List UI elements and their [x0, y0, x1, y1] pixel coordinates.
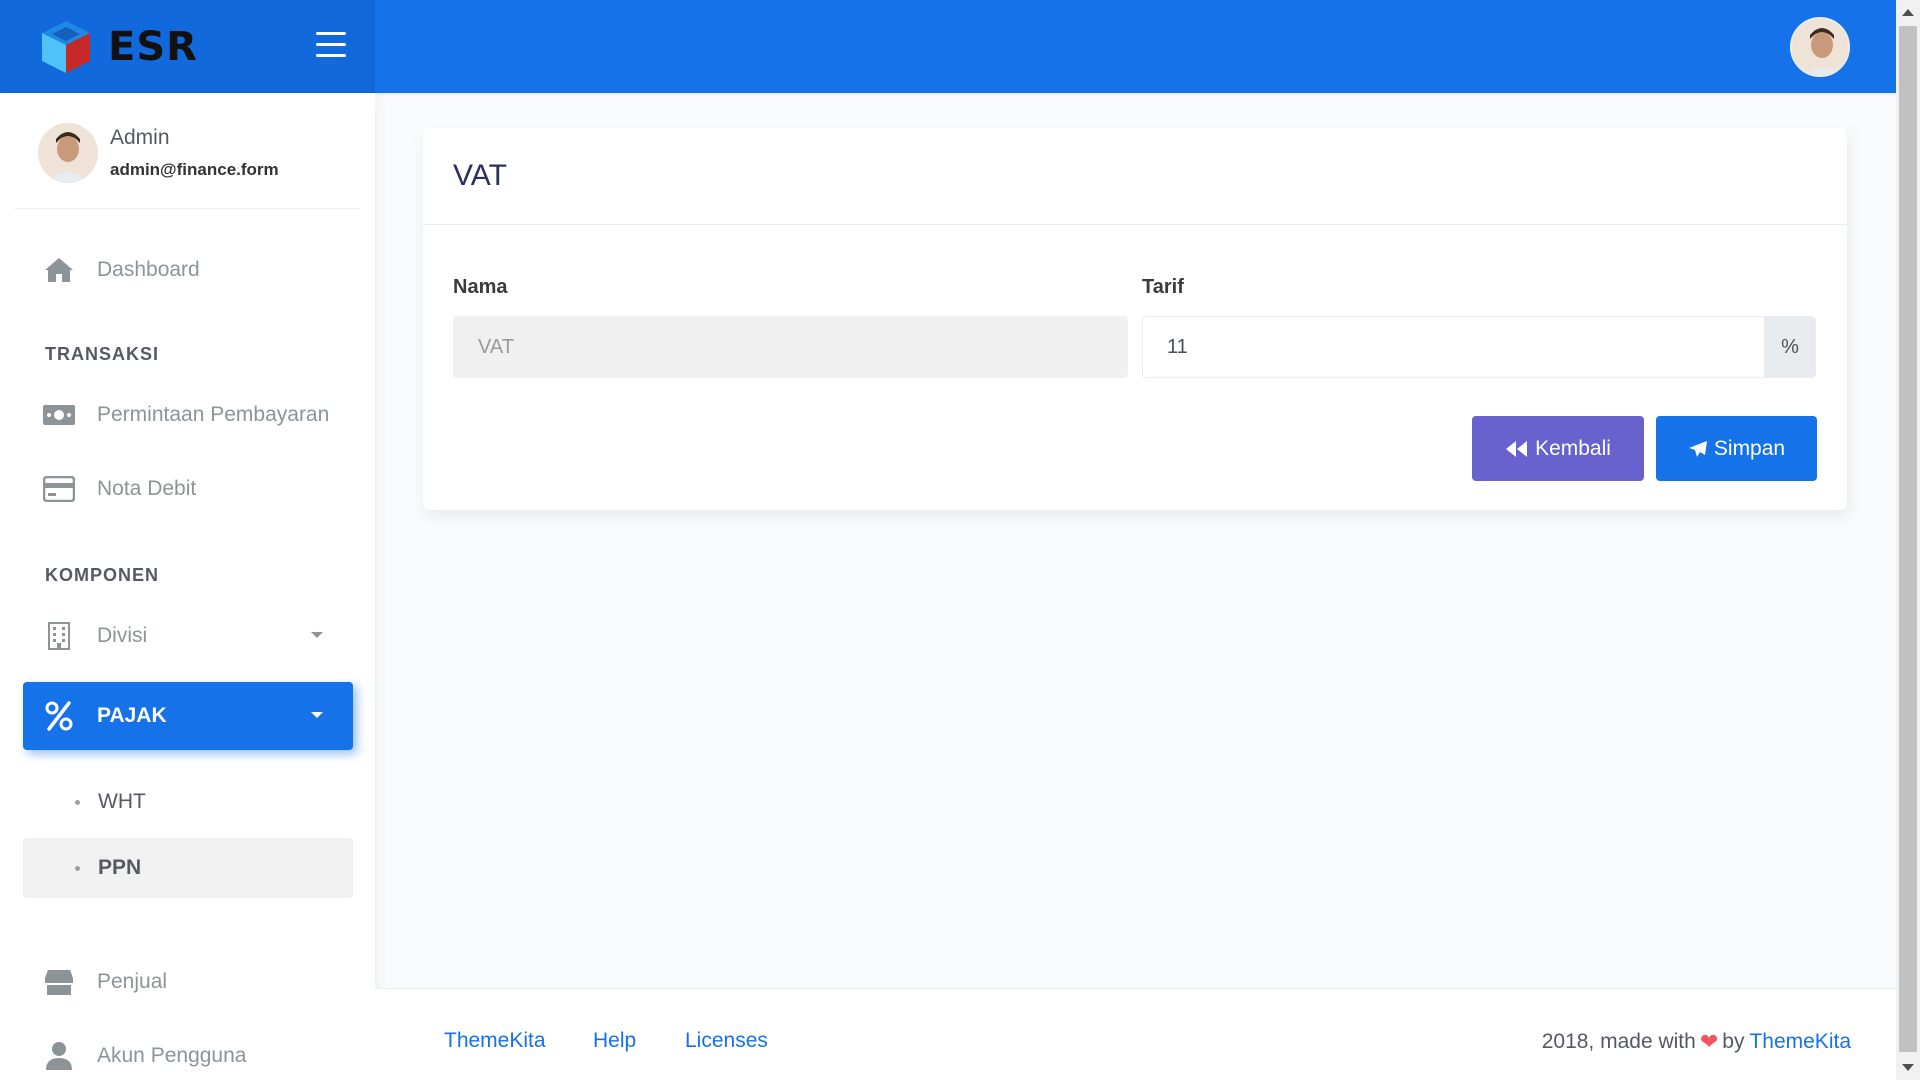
store-icon: [41, 964, 77, 1000]
logo-cube-icon: [42, 20, 90, 73]
user-avatar[interactable]: [38, 123, 98, 183]
sidebar-subitem-label: WHT: [98, 790, 146, 813]
logo-header: ESR: [0, 0, 375, 93]
sidebar-item-dashboard[interactable]: Dashboard: [23, 236, 353, 304]
back-button[interactable]: Kembali: [1472, 416, 1644, 481]
nama-input[interactable]: VAT: [453, 316, 1128, 378]
chevron-down-icon: [311, 712, 323, 718]
sidebar-subitem-ppn[interactable]: PPN: [23, 838, 353, 898]
tarif-unit-addon: %: [1764, 316, 1816, 378]
section-komponen: KOMPONEN: [45, 565, 160, 585]
sidebar-item-label: Nota Debit: [97, 477, 197, 500]
scroll-thumb[interactable]: [1899, 26, 1917, 1052]
sidebar-item-label: Permintaan Pembayaran: [97, 403, 330, 426]
sidebar-item-label: Akun Pengguna: [97, 1044, 247, 1067]
card-title: VAT: [453, 159, 507, 192]
heart-icon: ❤: [1699, 1029, 1719, 1054]
scroll-down-arrow-icon[interactable]: [1902, 1064, 1914, 1071]
scroll-up-arrow-icon[interactable]: [1902, 9, 1914, 16]
avatar-face-icon: [1792, 19, 1848, 75]
bullet-dot: [75, 865, 80, 871]
top-navbar: [375, 0, 1896, 93]
user-panel: Admin admin@finance.form: [38, 123, 279, 183]
avatar-face-icon: [38, 123, 98, 183]
sidebar: Admin admin@finance.form Dashboard TRANS…: [0, 93, 375, 1080]
copyright-by: by: [1722, 1030, 1745, 1053]
backward-icon: [1505, 440, 1529, 458]
card-header: VAT: [423, 128, 1847, 225]
copyright: 2018, made with ❤ by ThemeKita: [1542, 1029, 1851, 1055]
sidebar-item-nota-debit[interactable]: Nota Debit: [23, 455, 353, 523]
page-scrollbar[interactable]: [1896, 0, 1920, 1080]
copyright-prefix: 2018, made with: [1541, 1030, 1696, 1053]
user-name: Admin: [110, 126, 170, 149]
section-transaksi: TRANSAKSI: [45, 344, 160, 364]
copyright-brand-link[interactable]: ThemeKita: [1749, 1030, 1851, 1054]
user-info[interactable]: Admin admin@finance.form: [110, 126, 279, 180]
sidebar-subitem-wht[interactable]: WHT: [23, 772, 353, 832]
vat-form-card: VAT Nama VAT Tarif 11 % Kembali Simpan: [423, 128, 1847, 510]
back-button-label: Kembali: [1535, 436, 1611, 460]
paper-plane-icon: [1688, 440, 1708, 458]
sidebar-toggle-hamburger-icon[interactable]: [316, 32, 346, 58]
sidebar-subitem-label: PPN: [98, 856, 142, 879]
user-icon: [41, 1038, 77, 1074]
building-icon: [41, 618, 77, 654]
money-icon: [41, 397, 77, 433]
tarif-input[interactable]: 11: [1142, 316, 1765, 378]
save-button[interactable]: Simpan: [1656, 416, 1817, 481]
user-email: admin@finance.form: [110, 160, 279, 179]
home-icon: [41, 252, 77, 288]
footer-link-licenses[interactable]: Licenses: [685, 1029, 768, 1053]
brand-name[interactable]: ESR: [108, 24, 198, 70]
footer-link-themekita[interactable]: ThemeKita: [444, 1029, 546, 1053]
sidebar-item-pajak[interactable]: PAJAK: [23, 682, 353, 750]
bullet-dot: [75, 799, 80, 805]
footer: ThemeKita Help Licenses 2018, made with …: [375, 988, 1896, 1080]
percent-icon: [41, 698, 77, 734]
sidebar-item-akun-pengguna[interactable]: Akun Pengguna: [23, 1022, 353, 1080]
sidebar-item-divisi[interactable]: Divisi: [23, 602, 353, 670]
save-button-label: Simpan: [1713, 436, 1786, 460]
divider: [15, 208, 360, 209]
nama-label: Nama: [453, 276, 508, 298]
sidebar-item-label: PAJAK: [97, 704, 167, 727]
sidebar-item-permintaan-pembayaran[interactable]: Permintaan Pembayaran: [23, 381, 353, 449]
footer-link-help[interactable]: Help: [593, 1029, 636, 1053]
credit-card-icon: [41, 471, 77, 507]
sidebar-item-penjual[interactable]: Penjual: [23, 948, 353, 1016]
sidebar-item-label: Penjual: [97, 970, 168, 993]
top-avatar[interactable]: [1790, 17, 1850, 77]
sidebar-item-label: Divisi: [97, 624, 148, 647]
tarif-label: Tarif: [1142, 276, 1184, 298]
sidebar-item-label: Dashboard: [97, 258, 200, 281]
chevron-down-icon: [311, 632, 323, 638]
